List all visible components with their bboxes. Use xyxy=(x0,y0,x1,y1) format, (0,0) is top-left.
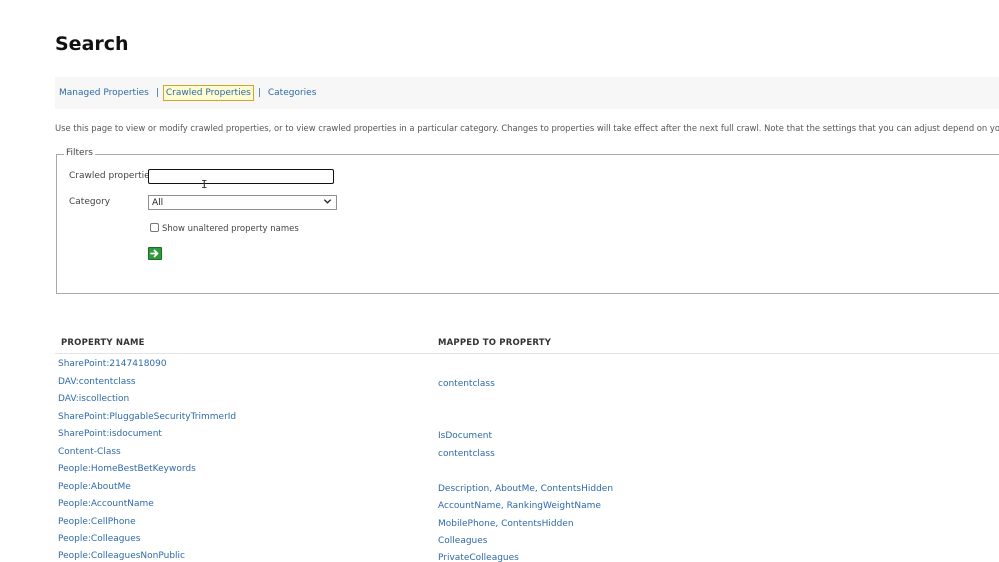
property-name-link[interactable]: People:HomeBestBetKeywords xyxy=(58,464,196,474)
mapped-property: contentclass xyxy=(438,378,495,389)
ibeam-cursor-icon: I xyxy=(201,178,208,191)
filters-legend: Filters xyxy=(64,148,95,158)
mapped-property: Colleagues xyxy=(438,536,488,546)
crawled-properties-input[interactable] xyxy=(148,169,334,184)
column-header-mapped-to: MAPPED TO PROPERTY xyxy=(438,338,552,348)
table-row: SharePoint:isdocument IsDocument xyxy=(0,429,999,447)
crawled-properties-label: Crawled properties xyxy=(69,171,155,181)
mapped-property: MobilePhone, ContentsHidden xyxy=(438,518,574,529)
header-divider xyxy=(55,353,999,354)
mapped-property: PrivateColleagues xyxy=(438,553,519,562)
property-name-link[interactable]: People:AboutMe xyxy=(58,482,131,492)
arrow-right-icon xyxy=(150,249,160,258)
property-name-link[interactable]: People:Colleagues xyxy=(58,534,140,544)
page-title: Search xyxy=(55,33,129,55)
category-label: Category xyxy=(69,197,111,207)
mapped-property: Description, AboutMe, ContentsHidden xyxy=(438,483,614,494)
property-name-link[interactable]: DAV:iscollection xyxy=(58,394,129,404)
tab-bar: Managed Properties | Crawled Properties … xyxy=(55,77,999,109)
table-row: People:CellPhone MobilePhone, ContentsHi… xyxy=(0,517,999,535)
show-unaltered-label: Show unaltered property names xyxy=(162,224,299,234)
page-description: Use this page to view or modify crawled … xyxy=(55,123,999,133)
chevron-down-icon xyxy=(323,197,332,209)
property-name-link[interactable]: SharePoint:isdocument xyxy=(58,429,162,439)
page: Search Managed Properties | Crawled Prop… xyxy=(0,0,999,562)
table-row: People:HomeBestBetKeywords xyxy=(0,464,999,482)
column-header-property-name[interactable]: PROPERTY NAME xyxy=(61,338,145,348)
table-row: DAV:iscollection xyxy=(0,394,999,412)
table-row: DAV:contentclass contentclass xyxy=(0,377,999,395)
table-row: SharePoint:PluggableSecurityTrimmerId xyxy=(0,412,999,430)
property-name-link[interactable]: SharePoint:PluggableSecurityTrimmerId xyxy=(58,412,236,422)
table-row: Content-Class contentclass xyxy=(0,447,999,465)
property-name-link[interactable]: DAV:contentclass xyxy=(58,377,136,387)
go-button[interactable] xyxy=(148,247,162,260)
show-unaltered-checkbox[interactable] xyxy=(150,223,159,232)
tab-categories[interactable]: Categories xyxy=(265,86,320,100)
tab-separator: | xyxy=(155,88,159,98)
table-row: People:ColleaguesNonPublic PrivateCollea… xyxy=(0,547,999,562)
property-name-link[interactable]: Content-Class xyxy=(58,447,121,457)
table-row: People:AccountName AccountName, RankingW… xyxy=(0,499,999,517)
mapped-property: IsDocument xyxy=(438,431,492,441)
property-name-link[interactable]: SharePoint:2147418090 xyxy=(58,359,167,369)
property-name-link[interactable]: People:ColleaguesNonPublic xyxy=(58,551,185,561)
category-selected-value: All xyxy=(152,197,164,208)
table-row: SharePoint:2147418090 xyxy=(0,359,999,377)
mapped-property: contentclass xyxy=(438,448,495,459)
category-select[interactable]: All xyxy=(148,195,337,210)
tab-managed-properties[interactable]: Managed Properties xyxy=(56,86,152,100)
property-name-link[interactable]: People:CellPhone xyxy=(58,517,136,527)
tab-crawled-properties[interactable]: Crawled Properties xyxy=(162,85,254,101)
property-name-link[interactable]: People:AccountName xyxy=(58,499,154,509)
table-row: People:AboutMe Description, AboutMe, Con… xyxy=(0,482,999,500)
tab-separator: | xyxy=(257,88,261,98)
mapped-property: AccountName, RankingWeightName xyxy=(438,501,601,511)
